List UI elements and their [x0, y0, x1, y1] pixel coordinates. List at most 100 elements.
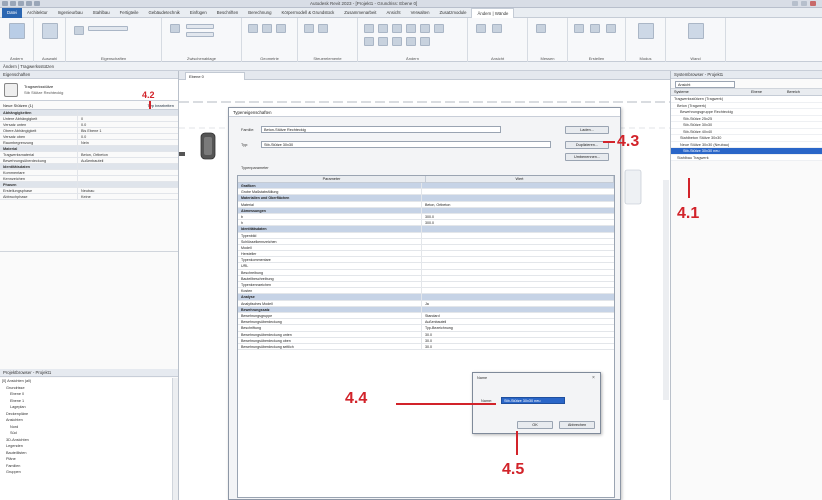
tab-precast[interactable]: Fertigteile: [115, 8, 144, 18]
name-dialog-close-icon[interactable]: ×: [592, 375, 595, 381]
type-parameter-value[interactable]: [422, 245, 614, 250]
name-input[interactable]: Stb-Stütze 30x30 neu: [501, 397, 565, 404]
tab-analyze[interactable]: Berechnung: [243, 8, 276, 18]
minimize-icon[interactable]: [792, 1, 798, 6]
edit-type-button[interactable]: Typ bearbeiten: [148, 101, 174, 110]
property-value[interactable]: Keine: [78, 194, 178, 199]
rename-button[interactable]: Umbenennen...: [565, 153, 609, 161]
type-parameter-value[interactable]: [422, 270, 614, 275]
browser-item[interactable]: Gruppen: [0, 469, 172, 476]
view-tab[interactable]: Ebene 0: [185, 72, 245, 80]
copy-element-icon[interactable]: [420, 24, 430, 33]
type-parameter-value[interactable]: [422, 233, 614, 238]
hide-icon[interactable]: [476, 24, 486, 33]
override-icon[interactable]: [492, 24, 502, 33]
ok-button[interactable]: OK: [517, 421, 553, 429]
property-value[interactable]: Nein: [78, 140, 178, 145]
type-parameter-value[interactable]: [422, 251, 614, 256]
trim-icon[interactable]: [364, 37, 374, 46]
app-menu-icon[interactable]: [2, 1, 8, 6]
align-icon[interactable]: [364, 24, 374, 33]
create-group-icon[interactable]: [590, 24, 600, 33]
tab-modify-walls[interactable]: Ändern | Wände: [471, 7, 515, 18]
create-part-icon[interactable]: [574, 24, 584, 33]
type-parameter-value[interactable]: Ja: [422, 301, 614, 306]
type-parameter-value[interactable]: Beton, Ortbeton: [422, 202, 614, 207]
delete-icon[interactable]: [420, 37, 430, 46]
type-parameter-value[interactable]: [422, 257, 614, 262]
undo-icon[interactable]: [26, 1, 32, 6]
type-parameter-value[interactable]: [422, 276, 614, 281]
paste-icon[interactable]: [170, 24, 180, 33]
property-value[interactable]: Beton, Ortbeton: [78, 152, 178, 157]
view-filter-select[interactable]: Ansicht: [675, 80, 735, 88]
cancel-button[interactable]: Abbrechen: [559, 421, 595, 429]
join-icon[interactable]: [276, 24, 286, 33]
tab-file[interactable]: Datei: [2, 7, 23, 18]
tab-systems[interactable]: Gebäudetechnik: [144, 8, 185, 18]
properties-icon[interactable]: [74, 26, 84, 35]
instance-filter[interactable]: Neue Stützen (1): [0, 103, 33, 108]
save-icon[interactable]: [18, 1, 24, 6]
property-value[interactable]: 0.0: [78, 134, 178, 139]
tab-manage[interactable]: Verwalten: [406, 8, 435, 18]
cope-icon[interactable]: [248, 24, 258, 33]
redo-icon[interactable]: [34, 1, 40, 6]
type-parameter-value[interactable]: [422, 239, 614, 244]
type-parameter-value[interactable]: [422, 282, 614, 287]
type-parameter-value[interactable]: 30.0: [422, 338, 614, 343]
select-icon[interactable]: [42, 23, 58, 39]
type-parameter-value[interactable]: 300.0: [422, 220, 614, 225]
type-parameter-value[interactable]: [422, 288, 614, 293]
create-similar-icon[interactable]: [606, 24, 616, 33]
tab-addins[interactable]: Zusatzmodule: [434, 8, 471, 18]
tab-massing[interactable]: Körpermodell & Grundstück: [276, 8, 339, 18]
tab-architecture[interactable]: Architektur: [22, 8, 53, 18]
mirror-icon[interactable]: [392, 24, 402, 33]
scale-icon[interactable]: [406, 37, 416, 46]
family-select[interactable]: Beton-Stütze Rechteckig: [261, 126, 501, 133]
browser-scrollbar[interactable]: [172, 378, 178, 500]
open-icon[interactable]: [10, 1, 16, 6]
edit-family-icon[interactable]: [638, 23, 654, 39]
modify-icon[interactable]: [9, 23, 25, 39]
rotate-icon[interactable]: [434, 24, 444, 33]
type-parameter-value[interactable]: 30.0: [422, 344, 614, 349]
tab-collaborate[interactable]: Zusammenarbeit: [339, 8, 381, 18]
property-value[interactable]: 0: [78, 116, 178, 121]
measure-icon[interactable]: [536, 24, 546, 33]
flip-icon[interactable]: [304, 24, 314, 33]
maximize-icon[interactable]: [801, 1, 807, 6]
array-icon[interactable]: [392, 37, 402, 46]
tab-view[interactable]: Ansicht: [382, 8, 406, 18]
property-value[interactable]: [78, 176, 178, 181]
split-icon[interactable]: [378, 37, 388, 46]
type-parameter-value[interactable]: Standard: [422, 313, 614, 318]
property-value[interactable]: Außenbauteil: [78, 158, 178, 163]
cut-geometry-icon[interactable]: [262, 24, 272, 33]
cut-icon[interactable]: [186, 24, 214, 29]
copy-icon[interactable]: [186, 32, 214, 37]
system-item[interactable]: Stahlbau Tragwerk: [671, 155, 822, 161]
type-properties-icon[interactable]: [88, 26, 128, 31]
type-parameter-value[interactable]: [422, 263, 614, 268]
tab-annotate[interactable]: Beschriften: [212, 8, 244, 18]
offset-icon[interactable]: [378, 24, 388, 33]
property-value[interactable]: Neubau: [78, 188, 178, 193]
tab-steel[interactable]: Stahlbau: [88, 8, 115, 18]
attach-icon[interactable]: [688, 23, 704, 39]
type-parameter-value[interactable]: Außenbauteil: [422, 319, 614, 324]
load-button[interactable]: Laden...: [565, 125, 609, 134]
property-value[interactable]: 0.0: [78, 122, 178, 127]
close-icon[interactable]: [810, 1, 816, 6]
type-parameter-value[interactable]: Typ-Bezeichnung: [422, 325, 614, 330]
type-parameter-value[interactable]: 30.0: [422, 332, 614, 337]
tab-engineering[interactable]: Ingenieurbau: [53, 8, 88, 18]
tab-insert[interactable]: Einfügen: [185, 8, 212, 18]
type-parameter-value[interactable]: 300.0: [422, 214, 614, 219]
property-value[interactable]: [78, 170, 178, 175]
type-parameter-value[interactable]: [422, 189, 614, 194]
move-icon[interactable]: [406, 24, 416, 33]
type-select[interactable]: Stb-Stütze 30x30: [261, 141, 551, 148]
pin-icon[interactable]: [318, 24, 328, 33]
